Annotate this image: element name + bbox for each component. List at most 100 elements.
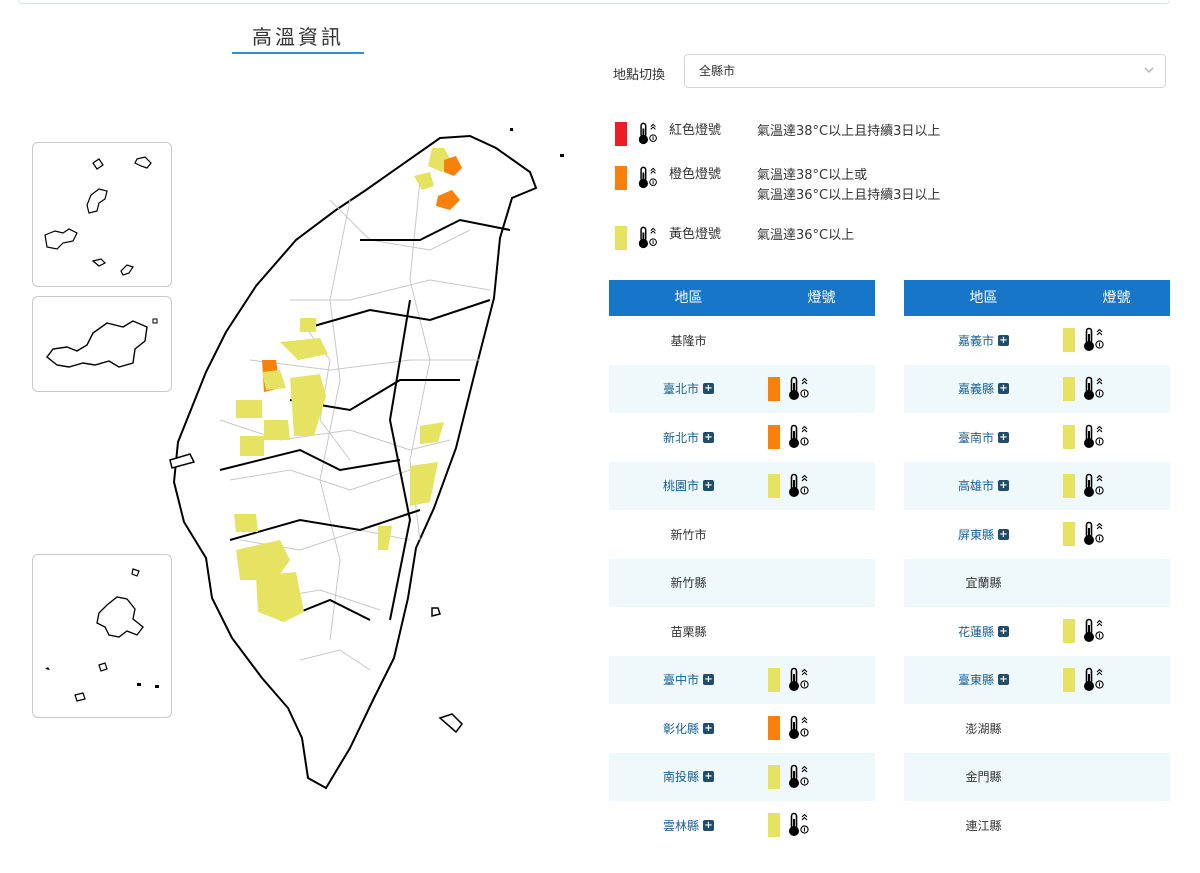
area-cell: 嘉義縣 + [904, 380, 1063, 397]
plus-square-icon[interactable]: + [703, 819, 714, 831]
legend-name: 黃色燈號 [669, 227, 722, 242]
area-cell: 南投縣 + [609, 768, 768, 785]
area-cell: 雲林縣 + [609, 817, 768, 834]
area-name[interactable]: 南投縣 [663, 768, 699, 785]
header-area: 地區 [969, 290, 998, 306]
table-row[interactable]: 嘉義市 + [904, 316, 1170, 365]
plus-square-icon[interactable]: + [703, 480, 714, 492]
area-name[interactable]: 雲林縣 [663, 817, 699, 834]
page-title-tab: 高溫資訊 [232, 24, 364, 54]
thermometer-warning-icon [1083, 667, 1105, 693]
table-header: 地區 燈號 [609, 280, 875, 316]
header-light: 燈號 [1102, 290, 1131, 306]
table-row: 基隆市 [609, 316, 875, 365]
area-name[interactable]: 臺南市 [958, 429, 994, 446]
penghu-map [45, 568, 159, 702]
thermometer-warning-icon [788, 667, 810, 693]
table-row[interactable]: 臺東縣 + [904, 655, 1170, 704]
legend-item-orange: 橙色燈號 氣溫達38°C以上或 氣溫達36°C以上且持續3日以上 [615, 166, 940, 203]
light-cell [768, 424, 875, 450]
light-swatch-yellow [1063, 425, 1075, 450]
table-row: 澎湖縣 [904, 704, 1170, 753]
plus-square-icon[interactable]: + [703, 722, 714, 734]
plus-square-icon[interactable]: + [998, 383, 1009, 395]
top-frame-border [18, 0, 1170, 4]
light-swatch-yellow [1063, 376, 1075, 401]
title-underline [232, 52, 364, 54]
area-cell: 連江縣 [904, 817, 1063, 834]
plus-square-icon[interactable]: + [998, 528, 1009, 540]
table-row: 新竹縣 [609, 558, 875, 607]
matsu-map [44, 156, 152, 276]
area-name[interactable]: 嘉義縣 [958, 380, 994, 397]
area-name[interactable]: 臺北市 [663, 380, 699, 397]
plus-square-icon[interactable]: + [703, 383, 714, 395]
area-cell: 嘉義市 + [904, 332, 1063, 349]
table-row[interactable]: 臺南市 + [904, 413, 1170, 462]
light-swatch-yellow [1063, 328, 1075, 353]
table-row[interactable]: 花蓮縣 + [904, 607, 1170, 656]
area-name[interactable]: 高雄市 [958, 477, 994, 494]
location-select[interactable]: 全縣市 [684, 54, 1166, 88]
plus-square-icon[interactable]: + [998, 334, 1009, 346]
area-name: 宜蘭縣 [965, 576, 1002, 591]
thermometer-warning-icon [637, 122, 659, 146]
light-cell [768, 812, 875, 838]
table-row[interactable]: 新北市 + [609, 413, 875, 462]
area-name[interactable]: 花蓮縣 [958, 623, 994, 640]
table-row[interactable]: 嘉義縣 + [904, 364, 1170, 413]
area-name[interactable]: 新北市 [663, 429, 699, 446]
table-header: 地區 燈號 [904, 280, 1170, 316]
table-row[interactable]: 雲林縣 + [609, 801, 875, 850]
table-row[interactable]: 南投縣 + [609, 752, 875, 801]
plus-square-icon[interactable]: + [703, 431, 714, 443]
area-name[interactable]: 臺中市 [663, 671, 699, 688]
area-name[interactable]: 彰化縣 [663, 720, 699, 737]
light-cell [768, 764, 875, 790]
header-area: 地區 [674, 290, 703, 306]
area-name[interactable]: 嘉義市 [958, 332, 994, 349]
table-row[interactable]: 臺中市 + [609, 655, 875, 704]
plus-square-icon[interactable]: + [998, 480, 1009, 492]
light-swatch-yellow [1063, 667, 1075, 692]
legend-description-line: 氣溫達36°C以上且持續3日以上 [757, 188, 941, 203]
area-name: 連江縣 [965, 818, 1002, 833]
table-row: 連江縣 [904, 801, 1170, 850]
light-cell [1063, 376, 1170, 402]
area-name[interactable]: 桃園市 [663, 477, 699, 494]
table-row[interactable]: 臺北市 + [609, 364, 875, 413]
table-row[interactable]: 屏東縣 + [904, 510, 1170, 559]
table-row[interactable]: 高雄市 + [904, 461, 1170, 510]
light-cell [768, 473, 875, 499]
plus-square-icon[interactable]: + [998, 625, 1009, 637]
table-row[interactable]: 桃園市 + [609, 461, 875, 510]
area-cell: 高雄市 + [904, 477, 1063, 494]
thermometer-warning-icon [637, 166, 659, 190]
thermometer-warning-icon [788, 715, 810, 741]
area-cell: 臺東縣 + [904, 671, 1063, 688]
area-cell: 新北市 + [609, 429, 768, 446]
plus-square-icon[interactable]: + [998, 431, 1009, 443]
thermometer-warning-icon [788, 473, 810, 499]
area-cell: 臺中市 + [609, 671, 768, 688]
chevron-down-icon [1143, 55, 1155, 99]
area-name: 澎湖縣 [965, 721, 1002, 736]
table-row: 宜蘭縣 [904, 558, 1170, 607]
thermometer-warning-icon [1083, 618, 1105, 644]
thermometer-warning-icon [1083, 521, 1105, 547]
area-name: 新竹市 [670, 527, 707, 542]
area-name[interactable]: 臺東縣 [958, 671, 994, 688]
thermometer-warning-icon [788, 376, 810, 402]
legend-name: 紅色燈號 [669, 123, 722, 138]
plus-square-icon[interactable]: + [703, 674, 714, 686]
light-cell [768, 376, 875, 402]
inset-penghu [32, 554, 172, 718]
plus-square-icon[interactable]: + [703, 771, 714, 783]
area-name[interactable]: 屏東縣 [958, 526, 994, 543]
plus-square-icon[interactable]: + [998, 674, 1009, 686]
table-row[interactable]: 彰化縣 + [609, 704, 875, 753]
light-swatch-yellow [768, 667, 780, 692]
light-cell [1063, 521, 1170, 547]
area-cell: 基隆市 [609, 332, 768, 349]
light-cell [768, 667, 875, 693]
